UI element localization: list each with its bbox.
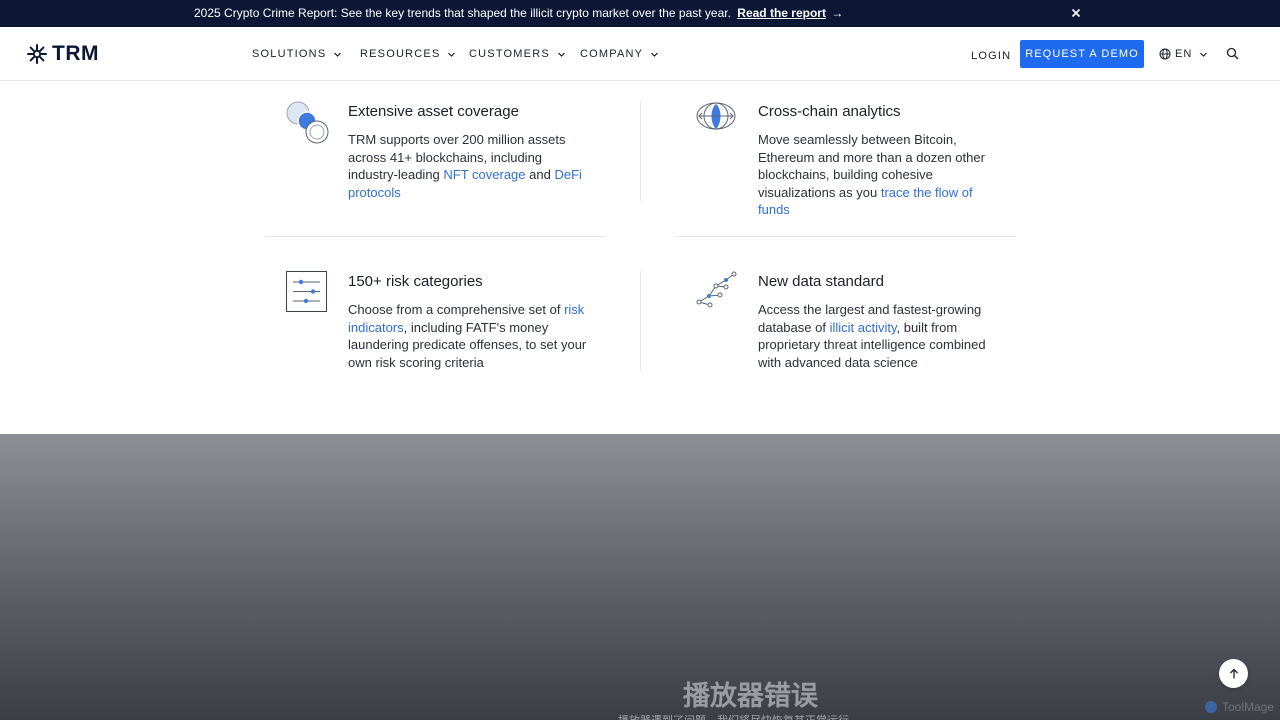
divider-vertical <box>640 271 641 371</box>
feature-description: Access the largest and fastest-growing d… <box>758 301 998 371</box>
divider-horizontal <box>676 236 1016 237</box>
trm-logo-icon <box>27 44 47 64</box>
feature-text: and <box>525 167 555 182</box>
request-demo-button[interactable]: REQUEST A DEMO <box>1020 40 1144 68</box>
feature-title: 150+ risk categories <box>348 273 483 290</box>
chevron-down-icon <box>557 52 565 57</box>
globe-icon <box>1159 48 1171 60</box>
chevron-down-icon <box>334 52 342 57</box>
divider-vertical <box>640 101 641 201</box>
feature-description: Move seamlessly between Bitcoin, Ethereu… <box>758 131 998 219</box>
close-icon[interactable] <box>1069 6 1083 20</box>
announcement-message: 2025 Crypto Crime Report: See the key tr… <box>194 6 843 20</box>
scroll-to-top-button[interactable] <box>1219 659 1248 688</box>
cross-chain-icon <box>696 102 736 130</box>
divider-horizontal <box>265 236 605 237</box>
announcement-bar: 2025 Crypto Crime Report: See the key tr… <box>0 0 1280 27</box>
feature-description: Choose from a comprehensive set of risk … <box>348 301 588 371</box>
site-header: TRM SOLUTIONS RESOURCES CUSTOMERS COMPAN… <box>0 27 1280 81</box>
nav-customers[interactable]: CUSTOMERS <box>469 48 566 60</box>
watermark: ToolMage <box>1204 700 1274 714</box>
player-error-title: 播放器错误 <box>683 681 818 711</box>
watermark-logo-icon <box>1205 701 1217 713</box>
announcement-text: 2025 Crypto Crime Report: See the key tr… <box>194 6 731 20</box>
feature-description: TRM supports over 200 million assets acr… <box>348 131 588 201</box>
video-player[interactable]: 播放器错误 播放器遇到了问题，我们将尽快恢复其正常运行 <box>0 434 1280 720</box>
read-report-link[interactable]: Read the report <box>737 6 826 20</box>
player-error-subtitle: 播放器遇到了问题，我们将尽快恢复其正常运行 <box>618 712 849 720</box>
feature-text: Choose from a comprehensive set of <box>348 302 565 317</box>
nft-coverage-link[interactable]: NFT coverage <box>443 167 525 182</box>
risk-sliders-icon <box>286 271 327 312</box>
chevron-down-icon <box>651 52 659 57</box>
login-link[interactable]: LOGIN <box>971 50 1011 62</box>
nav-label: COMPANY <box>580 48 644 60</box>
arrow-right-icon: → <box>831 6 844 20</box>
feature-title: Cross-chain analytics <box>758 103 901 120</box>
logo-wordmark: TRM <box>52 42 99 65</box>
trm-logo[interactable]: TRM <box>26 42 99 65</box>
asset-coverage-icon <box>286 101 329 144</box>
chevron-down-icon <box>448 52 456 57</box>
illicit-activity-link[interactable]: illicit activity <box>830 320 897 335</box>
nav-label: RESOURCES <box>360 48 441 60</box>
language-selector[interactable]: EN <box>1159 48 1208 60</box>
feature-title: Extensive asset coverage <box>348 103 519 120</box>
nav-company[interactable]: COMPANY <box>580 48 659 60</box>
nav-label: SOLUTIONS <box>252 48 327 60</box>
arrow-up-icon <box>1229 668 1238 678</box>
nav-resources[interactable]: RESOURCES <box>360 48 456 60</box>
search-icon[interactable] <box>1226 47 1239 60</box>
chevron-down-icon <box>1200 52 1208 57</box>
data-graph-icon <box>696 271 737 308</box>
watermark-text: ToolMage <box>1222 700 1275 714</box>
nav-solutions[interactable]: SOLUTIONS <box>252 48 342 60</box>
language-label: EN <box>1175 48 1193 60</box>
nav-label: CUSTOMERS <box>469 48 550 60</box>
feature-title: New data standard <box>758 273 884 290</box>
